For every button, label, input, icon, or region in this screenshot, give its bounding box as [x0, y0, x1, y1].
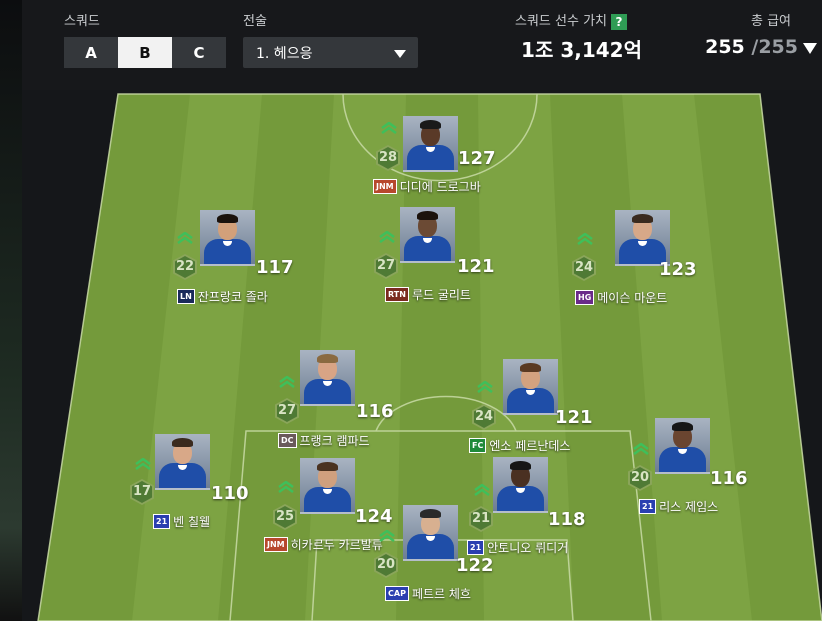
enhance-level: 25	[275, 509, 295, 524]
rank-up-icon	[474, 484, 490, 496]
player-hair	[420, 509, 441, 518]
player-name: 리스 제임스	[659, 500, 719, 514]
player-ovr: 110	[211, 483, 249, 504]
season-badge: 21	[153, 514, 171, 529]
player-ovr: 123	[659, 259, 697, 280]
season-badge: 21	[467, 540, 485, 555]
enhance-level: 27	[277, 403, 297, 418]
player-hair	[632, 214, 653, 223]
player-name-line: HG 메이슨 마운트	[575, 289, 667, 306]
player-photo	[200, 210, 255, 266]
player-ovr: 122	[456, 555, 494, 576]
player-ovr: 118	[548, 509, 586, 530]
season-badge: DC	[278, 433, 297, 448]
season-badge: FC	[469, 438, 487, 453]
player-hair	[672, 422, 693, 431]
season-badge: CAP	[385, 586, 409, 601]
player-photo	[493, 457, 548, 513]
player-shirt	[407, 145, 454, 170]
player-name: 히카르두 카르발류	[290, 538, 383, 552]
player-name-line: DC 프랭크 램파드	[278, 432, 370, 449]
player-ovr: 116	[356, 401, 394, 422]
player-name: 디디에 드로그바	[399, 180, 481, 194]
player-hair	[510, 461, 531, 470]
player-shirt	[404, 236, 451, 261]
player-shirt	[407, 534, 454, 559]
season-badge: RTN	[385, 287, 409, 302]
enhance-level: 24	[474, 409, 494, 424]
player-hair	[420, 120, 441, 129]
player-name-line: LN 잔프랑코 졸라	[177, 288, 268, 305]
rank-up-icon	[135, 458, 151, 470]
player-photo	[615, 210, 670, 266]
rank-up-icon	[633, 443, 649, 455]
rank-up-icon	[379, 530, 395, 542]
player-photo	[403, 116, 458, 172]
player-name: 루드 굴리트	[411, 288, 471, 302]
player-hair	[317, 462, 338, 471]
enhance-level: 28	[378, 150, 398, 165]
rank-up-icon	[577, 233, 593, 245]
player-photo	[300, 350, 355, 406]
player-name: 벤 칠웰	[173, 515, 211, 529]
player-hair	[417, 211, 438, 220]
player-photo	[655, 418, 710, 474]
player-ovr: 124	[355, 506, 393, 527]
enhance-level: 27	[376, 258, 396, 273]
player-name-line: FC 엔소 페르난데스	[469, 437, 570, 454]
enhance-level: 21	[471, 511, 491, 526]
player-name-line: 21 안토니오 뤼디거	[467, 539, 568, 556]
player-name-line: 21 리스 제임스	[639, 498, 718, 515]
player-name: 프랭크 램파드	[299, 434, 370, 448]
player-shirt	[497, 486, 544, 511]
season-badge: HG	[575, 290, 595, 305]
rank-up-icon	[278, 481, 294, 493]
player-shirt	[304, 379, 351, 404]
player-name-line: 21 벤 칠웰	[153, 513, 210, 530]
player-ovr: 116	[710, 468, 748, 489]
player-hair	[520, 363, 541, 372]
rank-up-icon	[279, 376, 295, 388]
player-name-line: JNM 디디에 드로그바	[373, 178, 481, 195]
player-photo	[400, 207, 455, 263]
player-hair	[317, 354, 338, 363]
season-badge: LN	[177, 289, 195, 304]
enhance-level: 17	[132, 484, 152, 499]
rank-up-icon	[177, 232, 193, 244]
player-ovr: 121	[555, 407, 593, 428]
enhance-level: 20	[630, 470, 650, 485]
player-name: 안토니오 뤼디거	[487, 541, 569, 555]
player-photo	[155, 434, 210, 490]
player-ovr: 117	[256, 257, 294, 278]
season-badge: 21	[639, 499, 657, 514]
player-name: 잔프랑코 졸라	[197, 290, 268, 304]
player-ovr: 127	[458, 148, 496, 169]
rank-up-icon	[379, 231, 395, 243]
player-name-line: CAP 페트르 체흐	[385, 585, 471, 602]
enhance-level: 22	[175, 259, 195, 274]
player-photo	[300, 458, 355, 514]
player-shirt	[304, 487, 351, 512]
player-name: 엔소 페르난데스	[489, 439, 571, 453]
player-name: 페트르 체흐	[411, 587, 471, 601]
player-photo	[503, 359, 558, 415]
player-photo	[403, 505, 458, 561]
player-ovr: 121	[457, 256, 495, 277]
player-shirt	[659, 447, 706, 472]
player-shirt	[507, 388, 554, 413]
enhance-level: 24	[574, 260, 594, 275]
player-hair	[217, 214, 238, 223]
player-name-line: JNM 히카르두 카르발류	[264, 536, 383, 553]
player-hair	[172, 438, 193, 447]
season-badge: JNM	[373, 179, 397, 194]
player-shirt	[204, 239, 251, 264]
season-badge: JNM	[264, 537, 288, 552]
player-shirt	[159, 463, 206, 488]
rank-up-icon	[477, 381, 493, 393]
enhance-level: 20	[376, 557, 396, 572]
player-name: 메이슨 마운트	[597, 291, 668, 305]
rank-up-icon	[381, 122, 397, 134]
player-name-line: RTN 루드 굴리트	[385, 286, 471, 303]
